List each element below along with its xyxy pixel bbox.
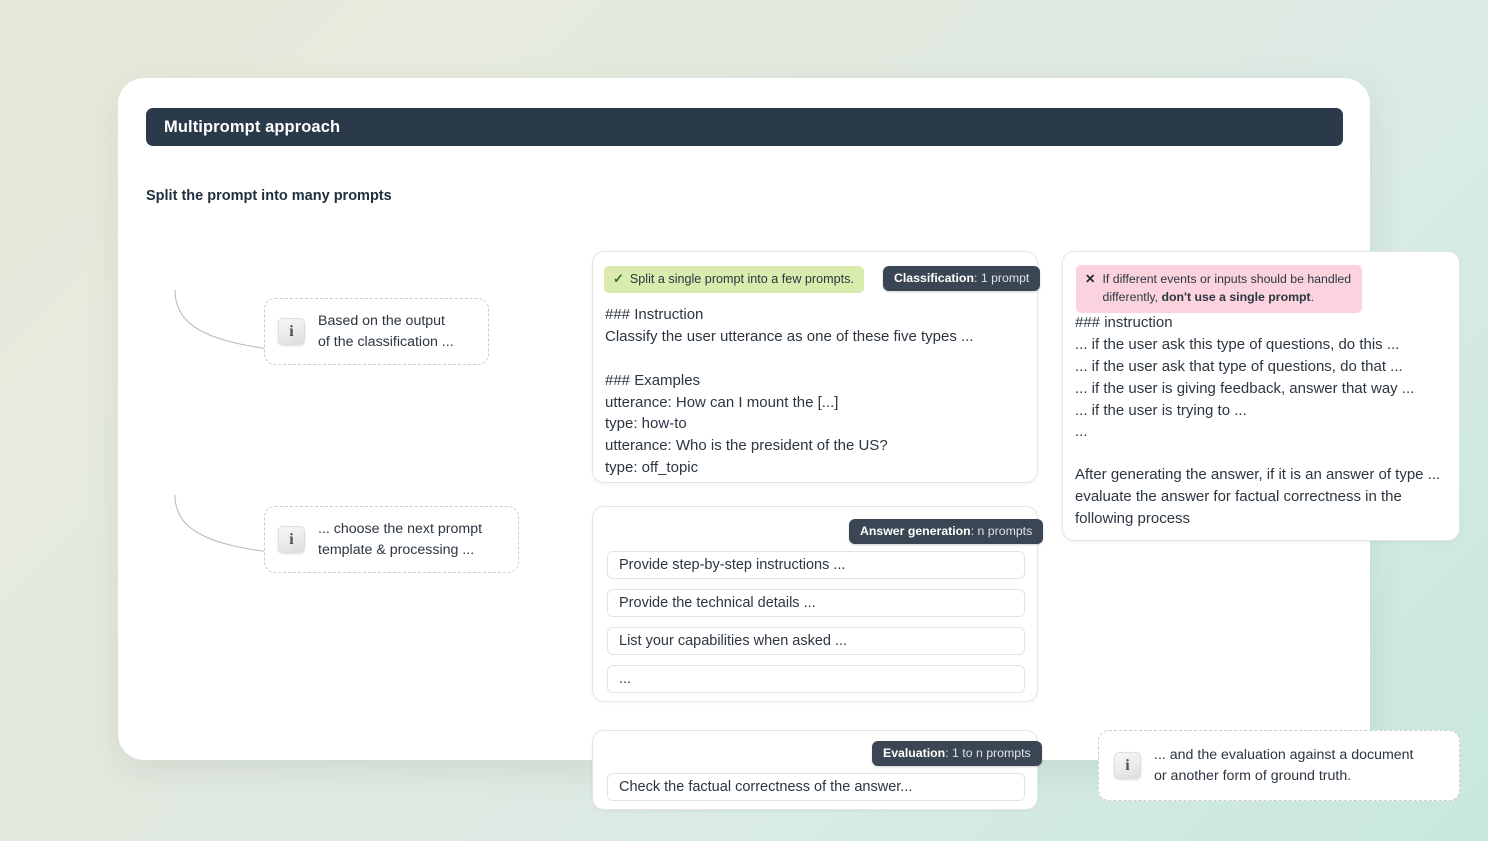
- status-badge-evaluation: Evaluation: 1 to n prompts: [872, 741, 1042, 766]
- card-evaluation: Evaluation: 1 to n prompts Check the fac…: [592, 730, 1042, 810]
- card-answer-generation: Answer generation: n prompts Provide ste…: [592, 506, 1044, 702]
- badge-value: n prompts: [977, 524, 1033, 538]
- main-panel: Multiprompt approach Split the prompt in…: [118, 78, 1460, 810]
- section-title: Split the prompt into many prompts: [146, 188, 392, 204]
- badge-label: Answer generation: [860, 524, 971, 538]
- badge-value: 1 prompt: [980, 271, 1030, 285]
- single-prompt-body-2: After generating the answer, if it is an…: [1075, 466, 1441, 527]
- badge-sep: :: [970, 524, 978, 538]
- callout-text: ... and the evaluation against a documen…: [1154, 747, 1414, 784]
- callout-classification: i Based on the output of the classificat…: [264, 298, 489, 366]
- badge-label: Evaluation: [883, 746, 946, 760]
- info-icon: i: [278, 318, 305, 346]
- bad-practice-badge: ✕ If different events or inputs should b…: [1076, 265, 1362, 313]
- info-icon: i: [278, 526, 305, 554]
- prompt-row[interactable]: Provide the technical details ...: [607, 589, 1025, 617]
- prompt-row[interactable]: ...: [607, 665, 1025, 693]
- callout-text: Based on the output of the classificatio…: [318, 313, 454, 350]
- prompt-row[interactable]: Check the factual correctness of the ans…: [607, 773, 1025, 801]
- check-icon: ✓: [613, 271, 624, 286]
- x-icon: ✕: [1085, 272, 1096, 286]
- page-title: Multiprompt approach: [164, 117, 341, 136]
- badge-sep: :: [973, 271, 981, 285]
- classification-body: ### Instruction Classify the user uttera…: [605, 306, 974, 477]
- badge-sep: :: [945, 746, 953, 760]
- info-icon: i: [1114, 752, 1141, 780]
- badge-value: 1 to n prompts: [952, 746, 1031, 760]
- bad-text-after: .: [1310, 290, 1315, 305]
- status-badge-answer-generation: Answer generation: n prompts: [849, 519, 1044, 544]
- prompt-row[interactable]: Provide step-by-step instructions ...: [607, 551, 1025, 579]
- card-single-prompt: ✕ If different events or inputs should b…: [1062, 251, 1460, 541]
- card-classification: ✓ Split a single prompt into a few promp…: [592, 251, 1041, 483]
- good-practice-badge: ✓ Split a single prompt into a few promp…: [604, 266, 864, 293]
- bad-text-bold: don't use a single prompt: [1161, 290, 1311, 305]
- status-badge-classification: Classification: 1 prompt: [883, 266, 1041, 291]
- bad-practice-text: If different events or inputs should be …: [1102, 270, 1352, 307]
- callout-evaluation: i ... and the evaluation against a docum…: [1098, 730, 1460, 802]
- good-practice-text: Split a single prompt into a few prompts…: [629, 272, 854, 286]
- single-prompt-body: ### instruction ... if the user ask this…: [1075, 314, 1415, 441]
- prompt-row[interactable]: List your capabilities when asked ...: [607, 627, 1025, 655]
- callout-text: ... choose the next prompt template & pr…: [318, 521, 483, 558]
- header-bar: Multiprompt approach: [146, 108, 1343, 146]
- badge-label: Classification: [894, 271, 974, 285]
- callout-template: i ... choose the next prompt template & …: [264, 506, 519, 574]
